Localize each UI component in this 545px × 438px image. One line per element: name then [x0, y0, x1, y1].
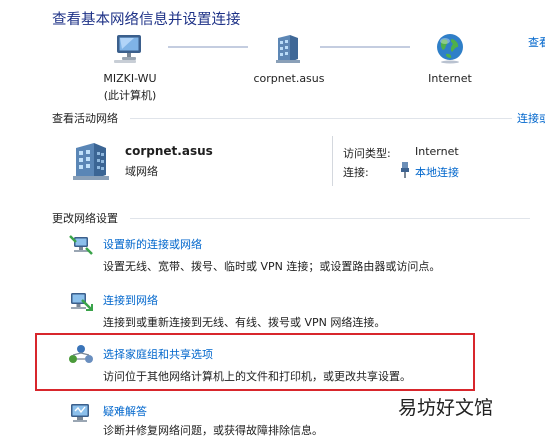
connect-or-disconnect-link[interactable]: 连接或 — [517, 110, 545, 126]
local-connection-link[interactable]: 本地连接 — [415, 164, 459, 180]
active-networks-heading: 查看活动网络 — [52, 112, 118, 125]
globe-icon — [437, 34, 463, 64]
access-type-value: Internet — [415, 145, 459, 158]
node-label-computer: MIZKI-WU — [103, 72, 157, 85]
watermark-text: 易坊好文馆 — [398, 397, 494, 419]
node-sublabel-computer: (此计算机) — [103, 89, 157, 102]
domain-network-icon — [73, 143, 109, 180]
task-description: 设置无线、宽带、拨号、临时或 VPN 连接；或设置路由器或访问点。 — [103, 260, 441, 273]
network-map: MIZKI-WU (此计算机) corpnet.asus Internet — [0, 0, 545, 110]
card-divider — [332, 136, 333, 186]
task-description: 连接到或重新连接到无线、有线、拨号或 VPN 网络连接。 — [103, 316, 386, 329]
task-connect-network[interactable]: 连接到网络 连接到或重新连接到无线、有线、拨号或 VPN 网络连接。 — [68, 288, 508, 330]
task-description: 诊断并修复网络问题，或获得故障排除信息。 — [103, 424, 323, 437]
task-link[interactable]: 疑难解答 — [103, 403, 147, 419]
connect-network-icon — [71, 293, 93, 311]
new-connection-icon — [69, 235, 93, 255]
task-new-connection[interactable]: 设置新的连接或网络 设置无线、宽带、拨号、临时或 VPN 连接；或设置路由器或访… — [68, 232, 508, 274]
section-divider — [130, 218, 530, 219]
access-type-label: 访问类型: — [343, 147, 391, 160]
active-network-name: corpnet.asus — [125, 144, 213, 158]
connector-line — [168, 46, 248, 48]
troubleshoot-icon — [71, 404, 89, 422]
node-label-domain: corpnet.asus — [253, 72, 325, 85]
active-network-category: 域网络 — [125, 165, 158, 178]
section-divider — [130, 118, 512, 119]
change-settings-heading: 更改网络设置 — [52, 212, 118, 225]
task-link[interactable]: 连接到网络 — [103, 292, 158, 308]
connector-line — [320, 46, 410, 48]
node-label-internet: Internet — [428, 72, 472, 85]
network-building-icon — [276, 35, 300, 63]
computer-icon — [114, 35, 141, 63]
connections-label: 连接: — [343, 166, 369, 179]
highlight-annotation-box — [35, 333, 475, 391]
task-link[interactable]: 设置新的连接或网络 — [103, 236, 202, 252]
active-network-card: corpnet.asus 域网络 访问类型: Internet 连接: 本地连接 — [60, 132, 530, 188]
ethernet-plug-icon — [401, 162, 409, 178]
